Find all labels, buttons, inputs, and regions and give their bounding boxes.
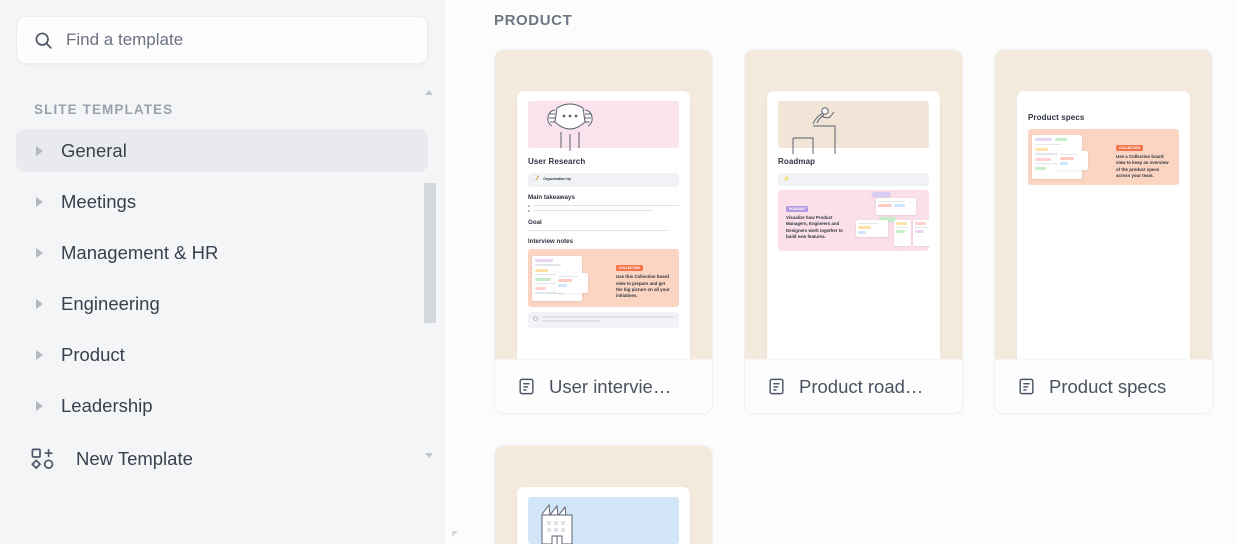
preview-callout: ✨ bbox=[778, 173, 929, 186]
card-footer: Product specs bbox=[995, 359, 1212, 413]
media-tag: COLLECTION bbox=[616, 265, 643, 272]
info-icon bbox=[533, 316, 538, 322]
sidebar-item-label: Leadership bbox=[61, 394, 153, 416]
template-card-partial[interactable] bbox=[494, 445, 713, 544]
search-input[interactable] bbox=[66, 30, 411, 50]
new-template-icon bbox=[30, 447, 58, 471]
new-template-label: New Template bbox=[76, 448, 193, 469]
person-climbing-stairs-illustration bbox=[778, 101, 929, 154]
media-tag: ROADMAP bbox=[786, 205, 809, 213]
chevron-right-icon bbox=[36, 400, 43, 411]
document-preview: Roadmap ✨ ROADMAP Visualize how Product … bbox=[767, 91, 940, 359]
preview-media-block: COLLECTION Use a Collection board view t… bbox=[1028, 129, 1179, 185]
preview-infobox bbox=[528, 312, 679, 328]
preview-heading: User Research bbox=[528, 157, 586, 166]
media-text: Use this Collection board view to prepar… bbox=[616, 274, 670, 299]
sidebar-scrollbar[interactable] bbox=[422, 88, 436, 460]
sidebar-item-leadership[interactable]: Leadership bbox=[16, 384, 428, 427]
card-preview: Roadmap ✨ ROADMAP Visualize how Product … bbox=[745, 50, 962, 359]
card-preview: User Research 📝 Organisation tip Main ta… bbox=[495, 50, 712, 359]
preview-heading: Product specs bbox=[1028, 113, 1085, 122]
media-text: Use a Collection board view to keep an o… bbox=[1116, 154, 1169, 178]
document-preview bbox=[517, 487, 690, 544]
preview-section-heading: Main takeaways bbox=[528, 193, 575, 201]
sidebar-item-label: General bbox=[61, 139, 127, 161]
card-footer: Product road… bbox=[745, 359, 962, 413]
preview-callout: 📝 Organisation tip bbox=[528, 173, 679, 187]
document-icon bbox=[1017, 377, 1036, 396]
sidebar-item-label: Product bbox=[61, 343, 125, 365]
document-icon bbox=[517, 377, 536, 396]
sidebar-item-engineering[interactable]: Engineering bbox=[16, 282, 428, 325]
sidebar-item-general[interactable]: General bbox=[16, 129, 428, 172]
template-card-product-specs[interactable]: Product specs COLLECTION Use a Collectio… bbox=[994, 49, 1213, 414]
card-title: User intervie… bbox=[549, 375, 672, 397]
card-preview bbox=[495, 446, 712, 544]
sidebar-item-label: Meetings bbox=[61, 190, 137, 212]
search-box[interactable] bbox=[16, 16, 428, 64]
preview-media-block: COLLECTION Use this Collection board vie… bbox=[528, 249, 679, 308]
template-gallery: PRODUCT User Research 📝 Organisation tip… bbox=[445, 0, 1237, 544]
note-emoji-icon: 📝 bbox=[533, 176, 540, 182]
callout-title: Organisation tip bbox=[543, 177, 571, 181]
card-footer: User intervie… bbox=[495, 359, 712, 413]
sidebar-item-label: Engineering bbox=[61, 292, 160, 314]
chevron-right-icon bbox=[36, 298, 43, 309]
sidebar-item-product[interactable]: Product bbox=[16, 333, 428, 376]
template-card-user-interviews[interactable]: User Research 📝 Organisation tip Main ta… bbox=[494, 49, 713, 414]
search-container bbox=[0, 0, 444, 64]
group-title: PRODUCT bbox=[494, 12, 573, 29]
face-hands-illustration bbox=[528, 101, 679, 151]
scroll-up-arrow-icon[interactable] bbox=[425, 90, 433, 95]
preview-heading: Roadmap bbox=[778, 157, 816, 166]
sidebar-item-meetings[interactable]: Meetings bbox=[16, 180, 428, 223]
media-tag: COLLECTION bbox=[1116, 144, 1143, 152]
document-preview: User Research 📝 Organisation tip Main ta… bbox=[517, 91, 690, 359]
sparkle-emoji-icon: ✨ bbox=[783, 176, 790, 182]
chevron-right-icon bbox=[36, 196, 43, 207]
factory-building-illustration bbox=[528, 497, 679, 544]
preview-media-block: ROADMAP Visualize how Product Managers, … bbox=[778, 190, 929, 251]
scrollbar-thumb[interactable] bbox=[424, 183, 436, 323]
sidebar-item-management-hr[interactable]: Management & HR bbox=[16, 231, 428, 274]
search-icon bbox=[33, 30, 54, 51]
sidebar-item-label: Management & HR bbox=[61, 241, 219, 263]
document-preview: Product specs COLLECTION Use a Collectio… bbox=[1017, 91, 1190, 359]
card-title: Product road… bbox=[799, 375, 924, 397]
template-category-list: General Meetings Management & HR Enginee… bbox=[0, 129, 444, 427]
preview-section-heading: Interview notes bbox=[528, 238, 574, 246]
document-icon bbox=[767, 377, 786, 396]
new-template-button[interactable]: New Template bbox=[30, 447, 444, 471]
chevron-right-icon bbox=[36, 247, 43, 258]
template-card-product-roadmap[interactable]: Roadmap ✨ ROADMAP Visualize how Product … bbox=[744, 49, 963, 414]
card-preview: Product specs COLLECTION Use a Collectio… bbox=[995, 50, 1212, 359]
card-title: Product specs bbox=[1049, 375, 1167, 397]
template-card-grid: User Research 📝 Organisation tip Main ta… bbox=[494, 49, 1237, 544]
chevron-right-icon bbox=[36, 145, 43, 156]
sidebar: SLITE TEMPLATES General Meetings Managem… bbox=[0, 0, 445, 544]
media-text: Visualize how Product Managers, Engineer… bbox=[786, 215, 843, 239]
resize-handle[interactable] bbox=[452, 531, 462, 541]
preview-section-heading: Goal bbox=[528, 218, 542, 226]
chevron-right-icon bbox=[36, 349, 43, 360]
section-label: SLITE TEMPLATES bbox=[34, 102, 174, 117]
scroll-down-arrow-icon[interactable] bbox=[425, 453, 433, 458]
template-picker-modal: SLITE TEMPLATES General Meetings Managem… bbox=[0, 0, 1237, 544]
